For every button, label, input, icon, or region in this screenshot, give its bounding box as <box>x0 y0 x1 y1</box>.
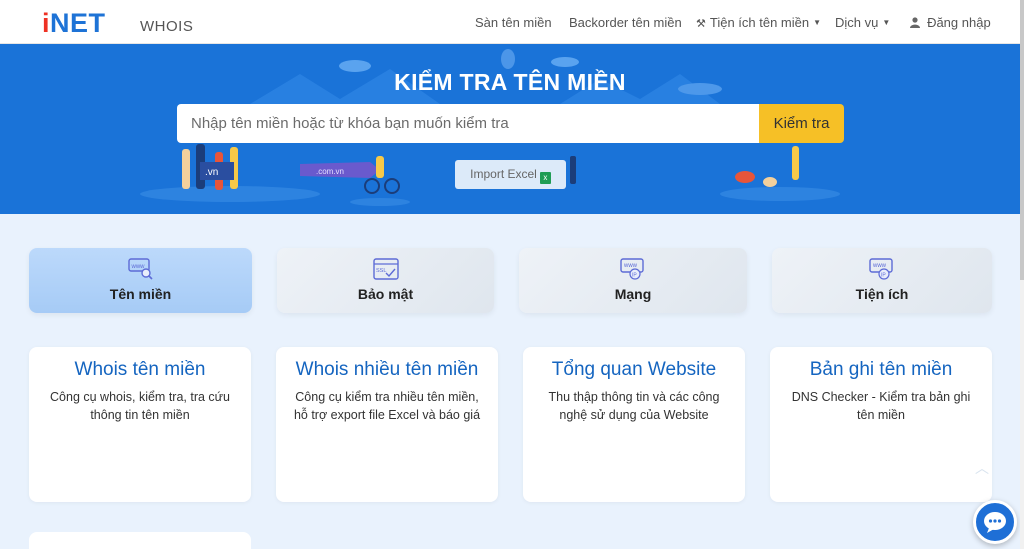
tab-utilities-label: Tiện ích <box>855 286 909 302</box>
card-whois-multiple[interactable]: Whois nhiều tên miền Công cụ kiểm tra nh… <box>276 347 498 502</box>
card-domain-records[interactable]: Bản ghi tên miền DNS Checker - Kiểm tra … <box>770 347 992 502</box>
card-description: DNS Checker - Kiểm tra bản ghi tên miền <box>791 390 971 422</box>
card-description: Thu thập thông tin và các công nghệ sử d… <box>548 390 720 422</box>
nav-backorder-label: Backorder tên miền <box>569 15 682 30</box>
tab-network[interactable]: www IP Mạng <box>519 248 747 313</box>
import-excel-button[interactable]: Import Excel x <box>455 160 566 189</box>
logo-i: i <box>42 8 51 38</box>
vn-sign: .vn <box>205 167 218 178</box>
nav-services-label: Dịch vụ <box>835 15 879 30</box>
svg-text:www: www <box>623 263 638 269</box>
domain-search-input[interactable] <box>177 104 760 143</box>
inet-logo[interactable]: iNET <box>42 8 106 38</box>
www-ip-icon: www IP <box>869 258 893 280</box>
nav-login[interactable]: Đăng nhập <box>910 15 991 30</box>
nav-domain-market-label: Sàn tên miền <box>475 15 552 30</box>
import-excel-label: Import Excel <box>470 167 537 181</box>
chevron-down-icon: ▼ <box>882 18 891 27</box>
svg-text:www: www <box>130 264 145 270</box>
comvn-pennant: .com.vn <box>316 167 344 176</box>
tab-network-label: Mạng <box>614 286 652 302</box>
nav-domain-market[interactable]: Sàn tên miền <box>475 15 552 30</box>
hero-banner: .vn .com.vn KIỂM TRA TÊN MIỀN Kiểm tra I… <box>0 44 1020 214</box>
card-title: Bản ghi tên miền <box>809 359 953 380</box>
svg-text:IP: IP <box>881 273 886 279</box>
card-title: Tổng quan Website <box>551 359 717 380</box>
card-website-overview[interactable]: Tổng quan Website Thu thập thông tin và … <box>523 347 745 502</box>
ssl-icon: SSL <box>372 258 399 280</box>
check-domain-button[interactable]: Kiểm tra <box>759 104 844 143</box>
tab-domain-label: Tên miền <box>109 286 172 302</box>
scrollbar-thumb[interactable] <box>1020 0 1024 280</box>
tab-utilities[interactable]: www IP Tiện ích <box>772 248 992 313</box>
tab-security-label: Bảo mật <box>357 286 414 302</box>
svg-text:SSL: SSL <box>376 268 386 274</box>
svg-text:www: www <box>872 263 887 269</box>
nav-login-label: Đăng nhập <box>927 15 991 30</box>
card-whois-domain[interactable]: Whois tên miền Công cụ whois, kiểm tra, … <box>29 347 251 502</box>
nav-domain-tools[interactable]: ⚒ Tiện ích tên miền ▼ <box>696 15 821 30</box>
tab-security[interactable]: SSL Bảo mật <box>277 248 494 313</box>
tools-icon: ⚒ <box>696 18 706 30</box>
logo-subtitle: WHOIS <box>140 18 194 35</box>
card-title: Whois tên miền <box>74 359 206 380</box>
user-icon <box>910 17 923 30</box>
chevron-down-icon: ▼ <box>813 18 822 27</box>
card-description: Công cụ kiểm tra nhiều tên miền, hỗ trợ … <box>293 390 481 422</box>
nav-domain-tools-label: Tiện ích tên miền <box>709 15 810 30</box>
excel-file-icon: x <box>539 172 551 184</box>
nav-services[interactable]: Dịch vụ ▼ <box>835 15 890 30</box>
top-navbar: iNET WHOIS Sàn tên miền Backorder tên mi… <box>0 0 1020 44</box>
card-description: Công cụ whois, kiểm tra, tra cứu thông t… <box>50 390 230 422</box>
chat-widget-button[interactable] <box>973 500 1017 544</box>
svg-text:IP: IP <box>632 273 637 279</box>
card-title: Whois nhiều tên miền <box>295 359 479 380</box>
tab-domain[interactable]: www Tên miền <box>29 248 252 313</box>
www-ip-icon: www IP <box>620 258 644 280</box>
chat-icon <box>984 512 1006 533</box>
chevron-up-icon[interactable]: ︿ <box>975 458 989 478</box>
logo-net: NET <box>50 8 106 38</box>
www-search-icon: www <box>127 258 153 280</box>
hero-title: KIỂM TRA TÊN MIỀN <box>394 69 626 95</box>
card-partial-next-row[interactable] <box>29 532 251 549</box>
page-scrollbar[interactable] <box>1020 0 1024 549</box>
nav-backorder[interactable]: Backorder tên miền <box>569 15 682 30</box>
